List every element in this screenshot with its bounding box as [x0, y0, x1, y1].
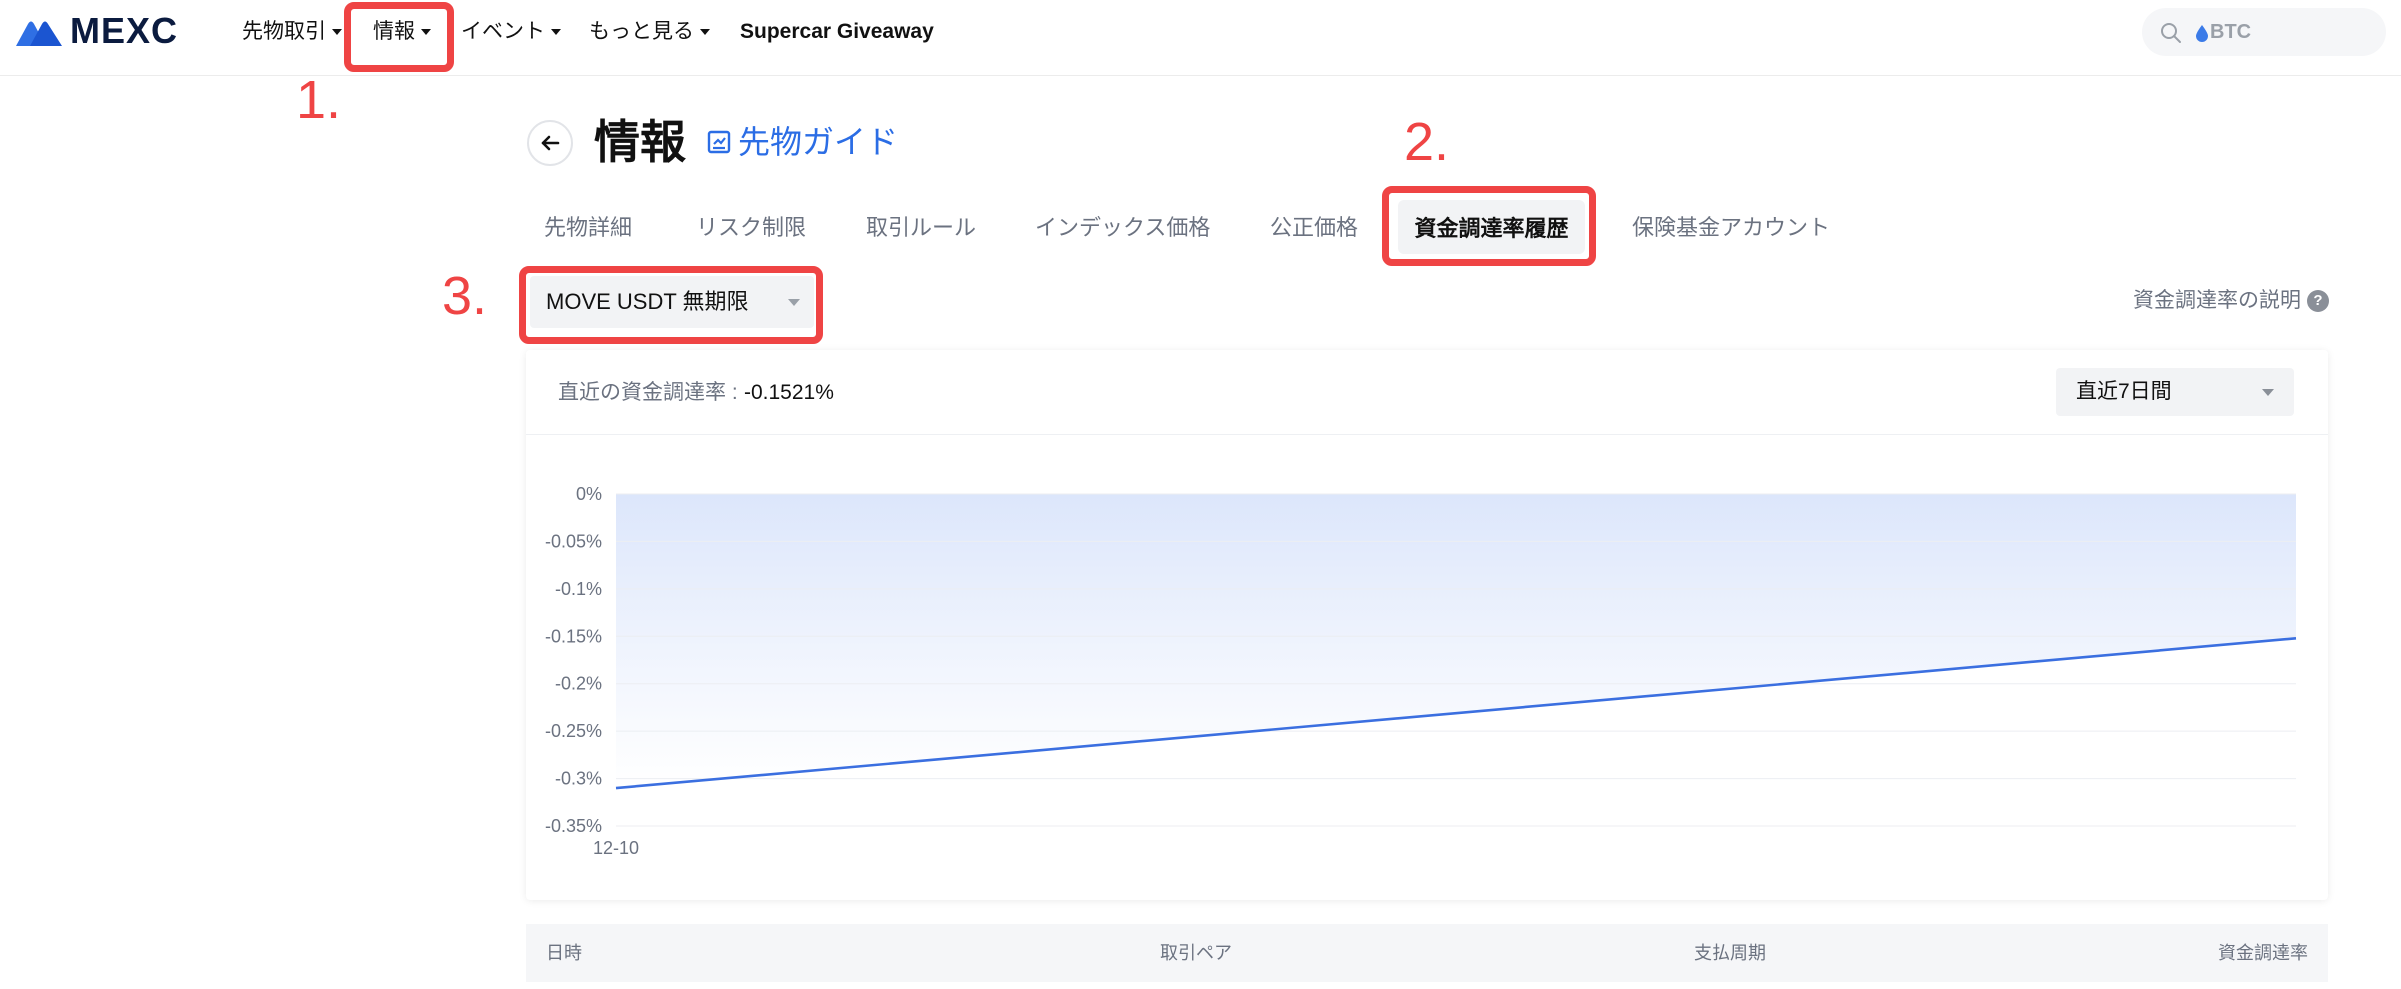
chart-y-tick-label: -0.15% — [545, 626, 602, 646]
explain-label: 資金調達率の説明 — [2133, 289, 2301, 312]
time-range-select[interactable]: 直近7日間 — [2056, 368, 2294, 416]
annotation-box-1 — [344, 2, 454, 72]
time-range-value: 直近7日間 — [2076, 380, 2172, 403]
arrow-left-icon — [541, 135, 560, 151]
guide-icon — [707, 130, 731, 154]
tab-fair-price[interactable]: 公正価格 — [1270, 212, 1358, 244]
chevron-down-icon — [700, 29, 710, 35]
nav-more-label: もっと見る — [589, 20, 694, 43]
card-header: 直近の資金調達率 : -0.1521% 直近7日間 — [526, 350, 2328, 435]
chevron-down-icon — [332, 29, 342, 35]
tab-trading-rules[interactable]: 取引ルール — [866, 212, 976, 244]
page-title: 情報 — [594, 116, 686, 168]
annotation-label-3: 3. — [442, 266, 488, 326]
chevron-down-icon — [2262, 389, 2274, 396]
mexc-logo[interactable]: MEXC — [16, 10, 179, 51]
nav-events[interactable]: イベント — [461, 16, 561, 48]
chart-y-tick-label: -0.2% — [555, 674, 602, 694]
chart-x-tick-label: 12-10 — [593, 838, 639, 858]
chart-area — [616, 494, 2296, 789]
chart-y-tick-label: -0.05% — [545, 531, 602, 551]
search-box[interactable]: BTC — [2142, 8, 2386, 56]
funding-rate-chart: 0% -0.05% -0.1% -0.15% -0.2% -0.25% -0.3% -0.35… — [545, 484, 2297, 858]
chart-y-tick-label: -0.1% — [555, 579, 602, 599]
futures-guide-label: 先物ガイド — [738, 124, 899, 160]
tab-risk-limits[interactable]: リスク制限 — [696, 212, 806, 244]
chart-y-tick-label: -0.35% — [545, 816, 602, 836]
search-input[interactable]: BTC — [2210, 20, 2251, 44]
table-header: 日時 取引ペア 支払周期 資金調達率 — [526, 924, 2328, 982]
chevron-down-icon — [788, 299, 800, 306]
funding-rate-explanation-link[interactable]: 資金調達率の説明 ? — [2133, 286, 2329, 316]
col-trading-pair: 取引ペア — [1160, 943, 1232, 963]
col-funding-rate: 資金調達率 — [2218, 943, 2308, 963]
tab-futures-details[interactable]: 先物詳細 — [544, 212, 632, 244]
tab-insurance-fund[interactable]: 保険基金アカウント — [1632, 212, 1830, 244]
futures-guide-link[interactable]: 先物ガイド — [706, 122, 898, 162]
annotation-label-2: 2. — [1404, 112, 1450, 172]
col-payment-cycle: 支払周期 — [1694, 943, 1766, 963]
chart-y-tick-label: -0.25% — [545, 721, 602, 741]
mexc-logo-icon — [16, 21, 62, 46]
tab-index-price[interactable]: インデックス価格 — [1035, 212, 1210, 244]
logo-text: MEXC — [70, 10, 179, 51]
search-icon — [2161, 23, 2181, 43]
contract-select[interactable]: MOVE USDT 無期限 — [530, 276, 814, 328]
funding-rate-card: 直近の資金調達率 : -0.1521% 直近7日間 0% -0.05% -0.1% -… — [526, 350, 2328, 900]
annotation-label-1: 1. — [296, 70, 342, 130]
question-icon: ? — [2307, 290, 2329, 312]
chart-y-tick-label: 0% — [576, 484, 602, 504]
back-button[interactable] — [527, 120, 573, 166]
latest-rate-label: 直近の資金調達率 : — [558, 381, 738, 404]
nav-events-label: イベント — [461, 20, 545, 43]
nav-more[interactable]: もっと見る — [589, 16, 710, 48]
col-datetime: 日時 — [546, 943, 582, 963]
chevron-down-icon — [551, 29, 561, 35]
chart-y-tick-label: -0.3% — [555, 769, 602, 789]
tab-funding-rate-history[interactable]: 資金調達率履歴 — [1398, 200, 1585, 254]
contract-select-value: MOVE USDT 無期限 — [546, 289, 749, 314]
latest-rate-value: -0.1521% — [744, 381, 834, 404]
nav-supercar-label: Supercar Giveaway — [740, 20, 934, 43]
drop-icon — [2196, 25, 2208, 42]
nav-supercar-giveaway[interactable]: Supercar Giveaway — [740, 16, 934, 48]
nav-futures[interactable]: 先物取引 — [242, 16, 342, 48]
nav-futures-label: 先物取引 — [242, 20, 326, 43]
